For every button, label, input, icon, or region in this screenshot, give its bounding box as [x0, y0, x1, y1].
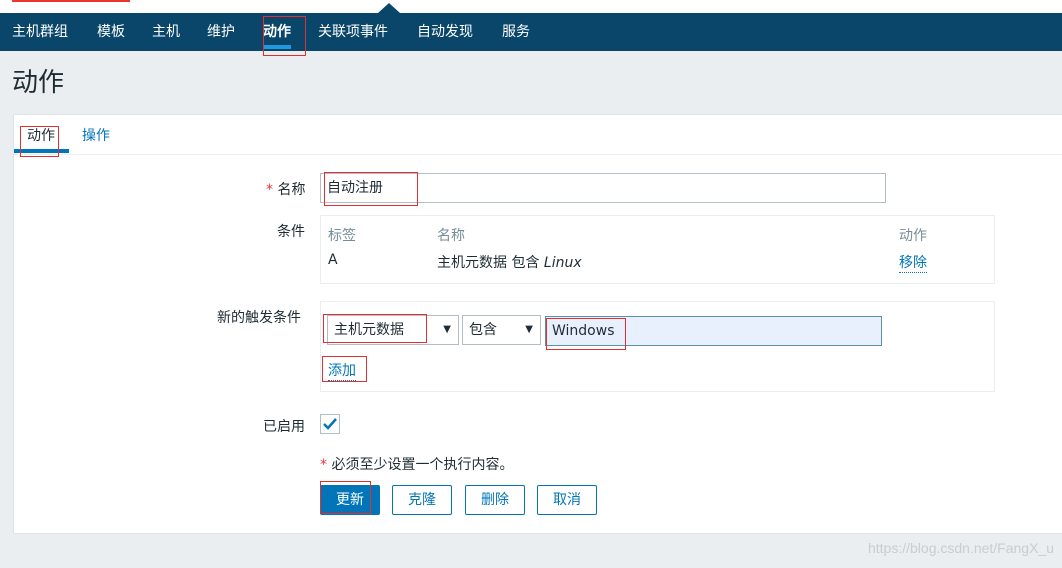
required-note: * 必须至少设置一个执行内容。	[320, 454, 513, 474]
new-condition-label: 新的触发条件	[217, 310, 301, 326]
condition-type-select[interactable]: 主机元数据 ▼	[327, 315, 459, 345]
condition-name-value: Linux	[543, 255, 582, 271]
column-header-tag: 标签	[328, 228, 356, 244]
remove-condition-link[interactable]: 移除	[899, 252, 927, 273]
add-condition-link[interactable]: 添加	[328, 360, 356, 381]
nav-item-event-correlation[interactable]: 关联项事件	[318, 13, 388, 51]
required-mark: *	[320, 457, 327, 473]
top-strip	[0, 0, 1062, 13]
condition-name-prefix: 主机元数据 包含	[437, 255, 544, 271]
cancel-button[interactable]: 取消	[537, 485, 597, 515]
tab-bar: 动作 操作	[14, 115, 1062, 155]
column-header-action: 动作	[899, 228, 927, 244]
column-header-name: 名称	[437, 228, 465, 244]
dropdown-caret-icon: ▼	[443, 324, 451, 335]
condition-type-value: 主机元数据	[334, 322, 404, 338]
update-button[interactable]: 更新	[320, 485, 380, 515]
clone-button[interactable]: 克隆	[392, 485, 452, 515]
page-title: 动作	[12, 68, 65, 98]
nav-pointer	[378, 3, 400, 13]
enabled-label: 已启用	[263, 419, 305, 435]
conditions-label: 条件	[277, 224, 305, 240]
nav-item-services[interactable]: 服务	[502, 13, 530, 51]
condition-operator-select[interactable]: 包含 ▼	[462, 315, 541, 345]
delete-button[interactable]: 删除	[465, 485, 525, 515]
active-tab-indicator	[14, 149, 69, 153]
name-label: * 名称	[266, 179, 305, 199]
name-label-text: 名称	[277, 182, 306, 198]
nav-item-host-groups[interactable]: 主机群组	[12, 13, 68, 51]
tab-action[interactable]: 动作	[27, 125, 55, 145]
nav-item-discovery[interactable]: 自动发现	[417, 13, 473, 51]
condition-name: 主机元数据 包含 Linux	[437, 252, 582, 272]
checkmark-icon	[323, 418, 337, 430]
main-navbar: 主机群组 模板 主机 维护 动作 关联项事件 自动发现 服务	[0, 13, 1062, 51]
required-note-text: 必须至少设置一个执行内容。	[327, 457, 514, 473]
condition-value-input[interactable]: Windows	[545, 316, 882, 346]
condition-operator-value: 包含	[469, 322, 497, 338]
enabled-checkbox[interactable]	[320, 414, 340, 434]
nav-item-hosts[interactable]: 主机	[152, 13, 180, 51]
required-mark: *	[266, 182, 273, 198]
watermark: https://blog.csdn.net/FangX_u	[867, 540, 1054, 556]
conditions-table: 标签 名称 动作 A 主机元数据 包含 Linux 移除	[320, 215, 995, 284]
name-input[interactable]: 自动注册	[320, 173, 886, 203]
dropdown-caret-icon: ▼	[525, 324, 533, 335]
annotation-mark	[12, 0, 130, 2]
nav-item-templates[interactable]: 模板	[97, 13, 125, 51]
tab-operations[interactable]: 操作	[82, 125, 110, 145]
nav-item-actions[interactable]: 动作	[263, 13, 291, 51]
nav-item-maintenance[interactable]: 维护	[207, 13, 235, 51]
condition-tag: A	[328, 252, 338, 268]
